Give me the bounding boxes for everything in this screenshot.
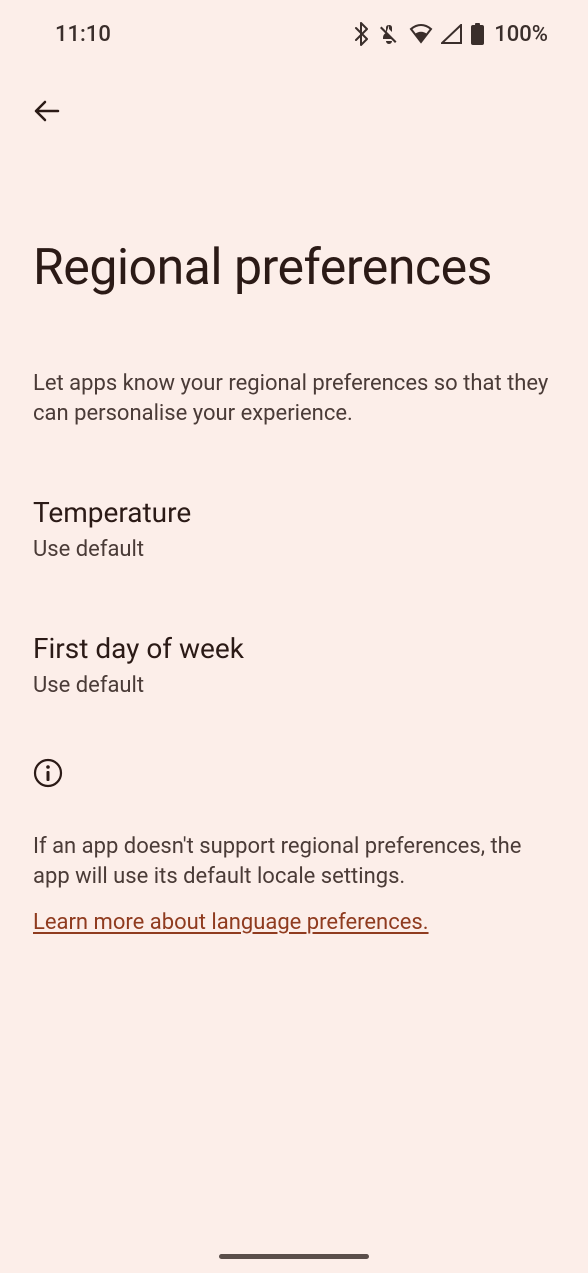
back-arrow-icon <box>32 96 62 129</box>
learn-more-link[interactable]: Learn more about language preferences. <box>33 910 429 935</box>
bluetooth-icon <box>354 22 369 46</box>
back-button[interactable] <box>25 90 69 134</box>
battery-percent: 100% <box>494 22 548 47</box>
status-time: 11:10 <box>55 22 111 47</box>
page-title: Regional preferences <box>33 239 588 297</box>
setting-temperature-label: Temperature <box>33 496 555 529</box>
mute-icon <box>377 22 401 46</box>
setting-first-day-label: First day of week <box>33 632 555 665</box>
wifi-icon <box>409 24 433 44</box>
setting-first-day-of-week[interactable]: First day of week Use default <box>33 612 555 718</box>
setting-temperature[interactable]: Temperature Use default <box>33 476 555 582</box>
info-text: If an app doesn't support regional prefe… <box>33 832 555 891</box>
info-section: If an app doesn't support regional prefe… <box>33 758 555 934</box>
status-bar: 11:10 100% <box>0 0 588 50</box>
navigation-handle[interactable] <box>219 1254 369 1259</box>
status-icons: 100% <box>354 22 548 47</box>
page-description: Let apps know your regional preferences … <box>33 369 555 428</box>
setting-first-day-value: Use default <box>33 673 555 698</box>
battery-icon <box>471 23 484 45</box>
setting-temperature-value: Use default <box>33 537 555 562</box>
signal-icon <box>441 24 463 44</box>
info-icon <box>33 758 555 792</box>
